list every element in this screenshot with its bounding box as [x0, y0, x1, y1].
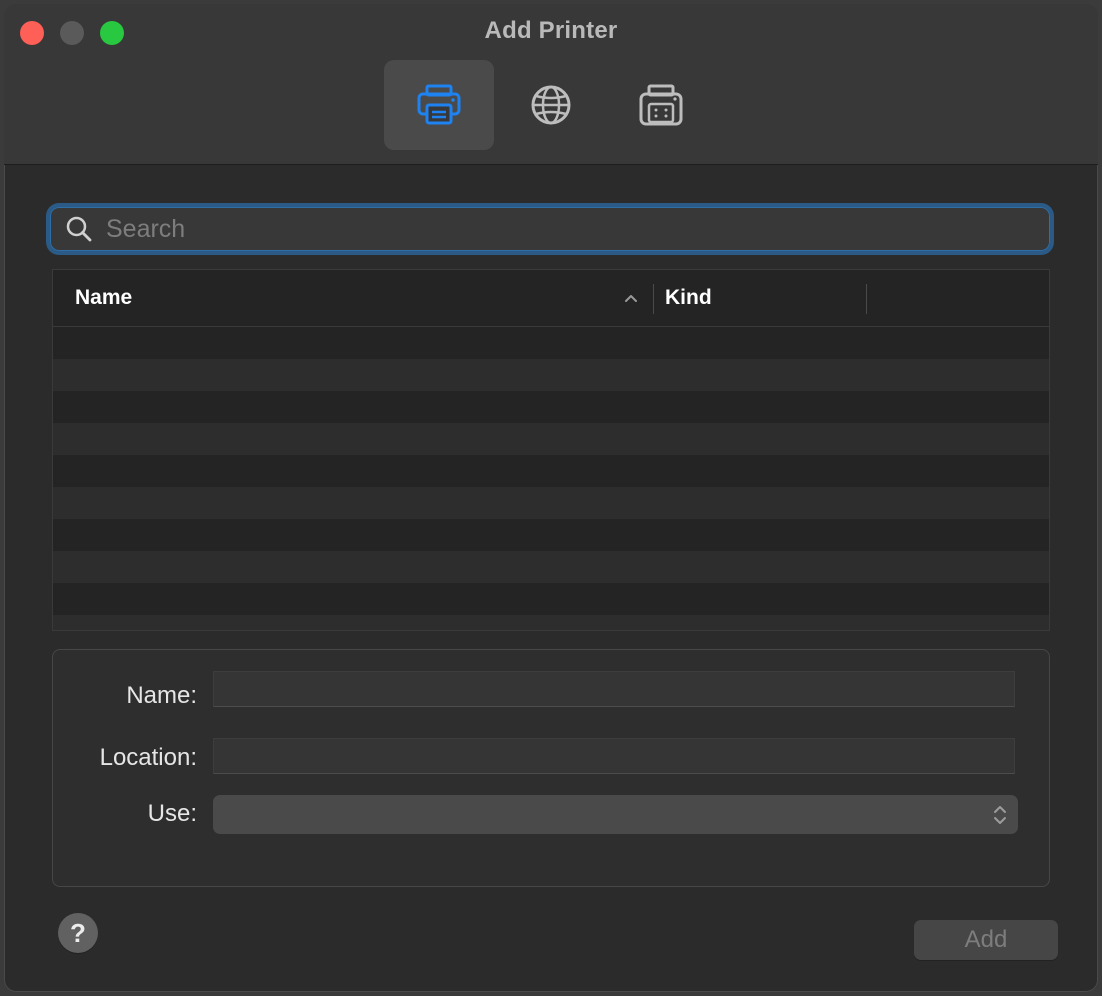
- content-area: Name Kind Name:: [4, 165, 1098, 992]
- column-separator[interactable]: [653, 284, 654, 314]
- table-row[interactable]: [53, 327, 1049, 359]
- table-row[interactable]: [53, 455, 1049, 487]
- search-field[interactable]: [50, 207, 1050, 251]
- use-popup-button[interactable]: [213, 795, 1018, 834]
- toolbar: [4, 60, 1098, 150]
- table-row[interactable]: [53, 519, 1049, 551]
- window-title: Add Printer: [484, 17, 618, 44]
- table-row[interactable]: [53, 615, 1049, 630]
- magnifying-glass-icon: [66, 216, 92, 242]
- table-row[interactable]: [53, 583, 1049, 615]
- table-row[interactable]: [53, 551, 1049, 583]
- globe-icon: [531, 85, 571, 125]
- table-header: Name Kind: [53, 270, 1049, 327]
- search-input[interactable]: [104, 213, 1050, 245]
- add-button[interactable]: Add: [914, 920, 1058, 960]
- titlebar: Add Printer: [4, 4, 1098, 165]
- printer-list-table[interactable]: Name Kind: [52, 269, 1050, 631]
- help-button[interactable]: ?: [58, 913, 98, 953]
- table-row[interactable]: [53, 423, 1049, 455]
- use-label: Use:: [147, 800, 197, 827]
- table-row[interactable]: [53, 391, 1049, 423]
- toolbar-windows-printer-button[interactable]: [606, 60, 716, 150]
- column-header-kind[interactable]: Kind: [665, 270, 865, 326]
- column-header-name[interactable]: Name: [75, 270, 645, 326]
- toolbar-default-printers-button[interactable]: [384, 60, 494, 150]
- table-row[interactable]: [53, 487, 1049, 519]
- location-field[interactable]: [213, 738, 1015, 774]
- fax-printer-icon: [639, 84, 683, 126]
- table-rows: [53, 327, 1049, 630]
- name-field[interactable]: [213, 671, 1015, 707]
- add-printer-window: Add Printer Search Name Kind Name: Locat…: [4, 4, 1098, 992]
- table-row[interactable]: [53, 359, 1049, 391]
- printer-details-panel: Name: Location: Use:: [52, 649, 1050, 887]
- sort-ascending-chevron-icon: [625, 295, 637, 302]
- column-separator[interactable]: [866, 284, 867, 314]
- printer-icon: [417, 84, 461, 125]
- name-label: Name:: [126, 682, 197, 709]
- updown-chevron-icon: [994, 806, 1006, 824]
- location-label: Location:: [99, 744, 197, 771]
- toolbar-ip-printer-button[interactable]: [496, 60, 606, 150]
